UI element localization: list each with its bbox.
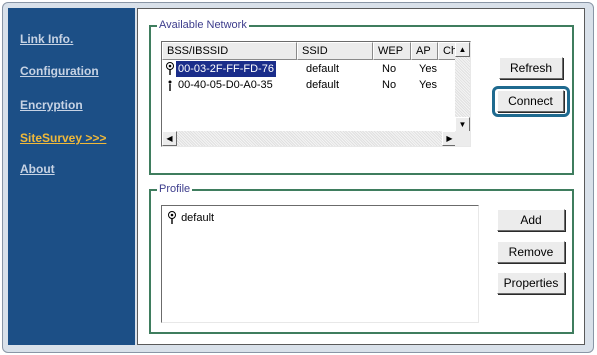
content-panel: Available Network BSS/IBSSID SSID WEP AP… xyxy=(137,8,585,345)
column-bssid[interactable]: BSS/IBSSID xyxy=(162,42,297,60)
network-list-hscrollbar[interactable]: ◀ ▶ xyxy=(162,131,457,146)
scroll-left-icon[interactable]: ◀ xyxy=(162,131,177,146)
row-wep: No xyxy=(382,63,397,75)
row-bssid: 00-03-2F-FF-FD-76 xyxy=(176,61,276,77)
row-ap: Yes xyxy=(419,79,437,91)
column-ssid[interactable]: SSID xyxy=(297,42,373,60)
scroll-up-icon[interactable]: ▲ xyxy=(455,42,470,57)
sidebar-item-sitesurvey[interactable]: SiteSurvey >>> xyxy=(20,131,106,145)
add-button[interactable]: Add xyxy=(497,209,565,231)
network-list[interactable]: BSS/IBSSID SSID WEP AP Ch 00-03-2F-FF-FD… xyxy=(161,41,471,147)
scroll-corner xyxy=(455,131,470,146)
sidebar-item-link-info[interactable]: Link Info. xyxy=(20,32,73,46)
profile-title: Profile xyxy=(157,183,193,195)
row-ssid: default xyxy=(306,79,340,91)
available-network-title: Available Network xyxy=(157,19,249,31)
available-network-group: Available Network BSS/IBSSID SSID WEP AP… xyxy=(149,19,574,175)
list-item[interactable]: default xyxy=(166,211,214,225)
profile-item-label: default xyxy=(181,211,215,224)
sidebar-item-encryption[interactable]: Encryption xyxy=(20,98,83,112)
signal-strong-icon xyxy=(164,61,176,77)
profile-list[interactable]: default xyxy=(161,205,479,323)
network-row[interactable]: 00-03-2F-FF-FD-76 default No Yes xyxy=(162,61,457,77)
row-ap: Yes xyxy=(419,63,437,75)
row-ssid: default xyxy=(306,63,340,75)
remove-button[interactable]: Remove xyxy=(497,241,565,263)
properties-button[interactable]: Properties xyxy=(497,272,565,294)
sidebar-item-about[interactable]: About xyxy=(20,162,55,176)
sidebar: Link Info. Configuration Encryption Site… xyxy=(8,8,135,345)
scroll-down-icon[interactable]: ▼ xyxy=(455,117,470,132)
profile-group: Profile default Add Remove Properties xyxy=(149,183,574,334)
network-list-header: BSS/IBSSID SSID WEP AP Ch xyxy=(162,42,457,60)
refresh-button[interactable]: Refresh xyxy=(499,57,563,79)
network-list-vscrollbar[interactable]: ▲ ▼ xyxy=(455,42,470,132)
row-bssid: 00-40-05-D0-A0-35 xyxy=(178,79,273,91)
column-ap[interactable]: AP xyxy=(411,42,438,60)
network-row[interactable]: 00-40-05-D0-A0-35 default No Yes xyxy=(162,77,457,93)
row-wep: No xyxy=(382,79,397,91)
column-wep[interactable]: WEP xyxy=(373,42,411,60)
signal-strong-icon xyxy=(166,211,181,224)
sidebar-item-configuration[interactable]: Configuration xyxy=(20,64,99,78)
connect-button[interactable]: Connect xyxy=(497,90,564,112)
signal-weak-icon xyxy=(164,77,176,93)
